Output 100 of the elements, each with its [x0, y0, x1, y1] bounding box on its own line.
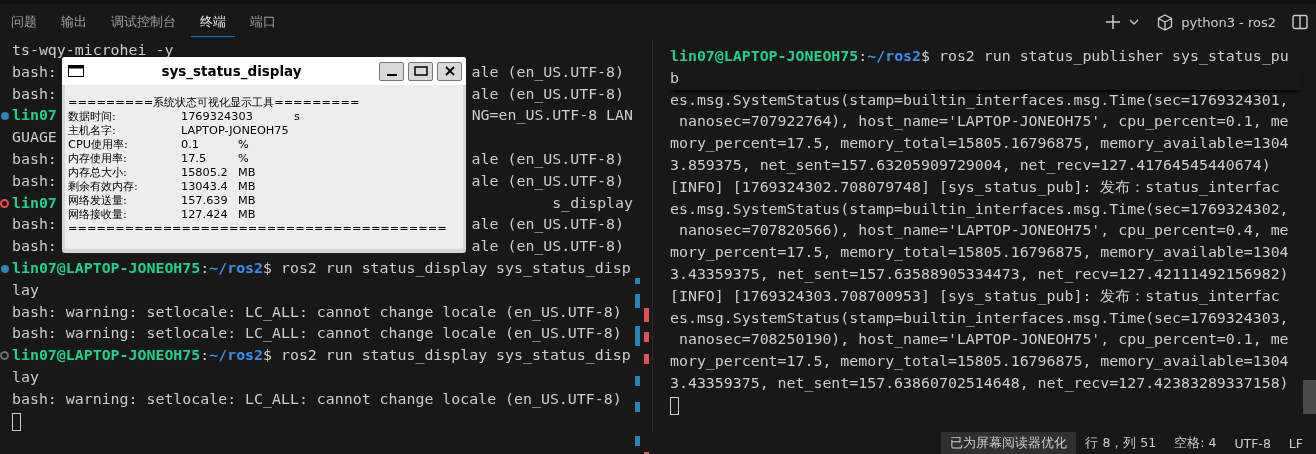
terminal-text: 3.859375, net_sent=157.63205909729004, net_recv=127.41764545440674): [670, 155, 1271, 176]
scrollbar-thumb[interactable]: [1303, 380, 1316, 414]
field-label: 网络发送量:: [68, 194, 128, 208]
cube-icon: [1157, 13, 1174, 31]
field-unit: MB: [238, 208, 256, 222]
terminal-text: bash: warning: setlocale: LC_ALL: cannot change locale (en_US.UTF-8): [12, 323, 622, 345]
terminal-text: nanosec=707922764), host_name='LAPTOP-JONEOH75', cpu_percent=0.1, me: [677, 111, 1289, 133]
terminal-text: NG=en_US.UTF-8 LAN: [471, 105, 633, 127]
terminal-text: es.msg.SystemStatus(stamp=builtin_interfaces.msg.Time(sec=1769324303,: [670, 307, 1289, 329]
prompt-user: lin07@LAPTOP-JONEOH75: [12, 345, 201, 367]
field-label: 内存使用率:: [68, 152, 128, 166]
command-status-icon[interactable]: [1, 264, 9, 273]
status-item[interactable]: UTF-8: [1225, 432, 1280, 454]
terminal-text: [INFO] [1769324303.708700953] [sys_status_pub]: 发布：status_interfac: [670, 285, 1280, 307]
maximize-icon: [413, 66, 428, 76]
prompt-path: ~/ros2: [867, 46, 922, 67]
command-text: $ ros2 run status_display sys_status_disp: [263, 345, 631, 367]
terminal-text: bash: warning: setlocale: LC_ALL: cannot change locale (en_US.UTF-8): [12, 388, 622, 410]
command-status-icon[interactable]: [0, 351, 9, 361]
terminal-cursor: [12, 412, 21, 431]
prompt-user: lin07@LAPTOP-JONEOH75: [12, 257, 201, 279]
minimize-icon: [386, 74, 397, 76]
field-value: LAPTOP-JONEOH75: [181, 124, 289, 138]
field-unit: %: [238, 138, 249, 152]
status-item[interactable]: 行 8，列 51: [1076, 432, 1166, 454]
panel-tab[interactable]: 问题: [2, 7, 46, 37]
terminal-text: lay: [12, 366, 39, 388]
field-unit: MB: [238, 194, 256, 208]
status-item[interactable]: 已为屏幕阅读器优化: [941, 432, 1077, 454]
prompt-path: ~/ros2: [209, 345, 264, 367]
maximize-button[interactable]: [408, 61, 433, 81]
chevron-down-icon[interactable]: [1129, 18, 1140, 26]
field-label: 数据时间:: [68, 110, 117, 124]
terminal-text: bash:: [12, 214, 57, 236]
terminal-name[interactable]: python3 - ros2: [1181, 14, 1276, 30]
status-item[interactable]: LF: [1279, 432, 1312, 454]
terminal-text: ale (en_US.UTF-8): [471, 170, 624, 192]
terminal-text: bash:: [12, 236, 57, 258]
terminal-text: GUAGE: [12, 127, 57, 149]
terminal-text: nanosec=708250190), host_name='LAPTOP-JONEOH75', cpu_percent=0.1, me: [677, 329, 1289, 351]
terminal-text: ale (en_US.UTF-8): [471, 236, 624, 258]
field-label: 剩余有效内存:: [68, 180, 139, 194]
field-unit: MB: [238, 166, 256, 180]
terminal-text: bash:: [12, 61, 57, 83]
terminal-text: mory_percent=17.5, memory_total=15805.16796875, memory_available=1304: [670, 242, 1289, 264]
field-value: 157.639: [181, 194, 229, 208]
field-label: 内存总大小:: [68, 166, 128, 180]
field-value: 17.5: [181, 152, 208, 166]
panel-tab[interactable]: 端口: [241, 7, 285, 37]
field-unit: MB: [238, 180, 256, 194]
field-label: 主机名字:: [68, 124, 117, 138]
field-label: 网络接收量:: [68, 208, 128, 222]
command-status-icon[interactable]: [0, 198, 9, 208]
prompt-user: lin07@LAPTOP-JONEOH75: [670, 46, 859, 67]
field-label: CPU使用率:: [68, 138, 129, 152]
terminal-text: s_display: [552, 192, 633, 214]
close-icon: [444, 66, 455, 76]
field-unit: %: [238, 152, 249, 166]
terminal-text: bash:: [12, 83, 57, 105]
header-text: =========系统状态可视化显示工具=========: [68, 96, 361, 110]
terminal-text: ale (en_US.UTF-8): [471, 83, 624, 105]
minimize-button[interactable]: [379, 61, 404, 81]
terminal-text: ale (en_US.UTF-8): [471, 61, 624, 83]
panel-tab[interactable]: 输出: [52, 7, 96, 37]
prompt-user: lin07: [12, 192, 57, 214]
split-icon[interactable]: [1292, 14, 1308, 30]
prompt-separator: :: [858, 46, 868, 67]
terminal-text: lay: [12, 279, 39, 301]
field-value: 15805.2: [181, 166, 229, 180]
terminal-text: mory_percent=17.5, memory_total=15805.16796875, memory_available=1304: [670, 351, 1289, 373]
terminal-text: ale (en_US.UTF-8): [471, 214, 624, 236]
terminal-text: 3.43359375, net_sent=157.63588905334473, net_recv=127.42111492156982): [670, 263, 1289, 285]
window-title: sys_status_display: [160, 63, 303, 79]
field-value: 1769324303: [181, 110, 254, 124]
panel-tab[interactable]: 终端: [191, 7, 235, 37]
terminal-text: [INFO] [1769324302.708079748] [sys_status_pub]: 发布：status_interfac: [670, 176, 1280, 198]
terminal-text: mory_percent=17.5, memory_total=15805.16796875, memory_available=1304: [670, 133, 1289, 155]
status-item[interactable]: 空格: 4: [1165, 432, 1226, 454]
command-text: $ ros2 run status_display sys_status_disp: [263, 257, 631, 279]
terminal-text: bash:: [12, 149, 57, 170]
prompt-separator: :: [200, 345, 210, 367]
window-icon: [68, 65, 84, 77]
field-unit: s: [294, 110, 300, 124]
terminal-cursor: [670, 396, 679, 415]
field-value: 0.1: [181, 138, 200, 152]
terminal-text: 3.43359375, net_sent=157.63860702514648, net_recv=127.42383289337158): [670, 372, 1289, 394]
prompt-path: ~/ros2: [209, 257, 264, 279]
plus-icon[interactable]: [1105, 14, 1122, 30]
field-value: 127.424: [181, 208, 229, 222]
command-text: $ ros2 run status_publisher sys_status_pu: [921, 46, 1289, 67]
footer-text: ========================================: [68, 222, 448, 236]
prompt-separator: :: [200, 257, 210, 279]
field-value: 13043.4: [181, 180, 229, 194]
panel-tab[interactable]: 调试控制台: [102, 7, 185, 37]
terminal-text: es.msg.SystemStatus(stamp=builtin_interfaces.msg.Time(sec=1769324302,: [670, 198, 1289, 220]
terminal-text: b: [670, 67, 679, 89]
prompt-user: lin07: [12, 105, 57, 127]
command-status-icon[interactable]: [1, 112, 9, 121]
close-button[interactable]: [437, 61, 462, 81]
terminal-text: nanosec=707820566), host_name='LAPTOP-JONEOH75', cpu_percent=0.4, me: [677, 220, 1289, 242]
